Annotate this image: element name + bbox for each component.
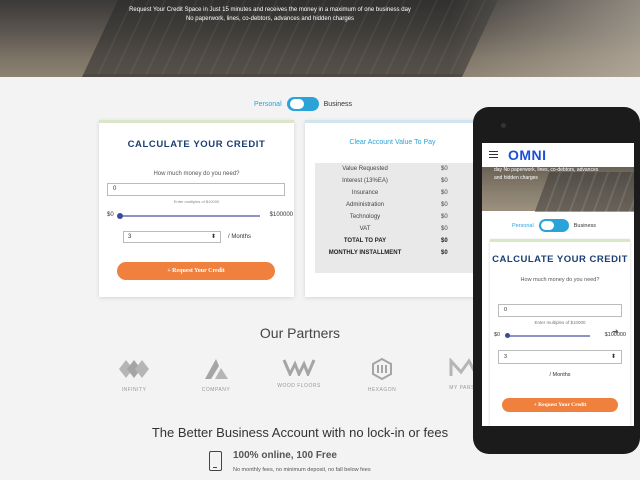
mobile-calculator-title: CALCULATE YOUR CREDIT [492,254,628,265]
summary-row: Interest (13%EA) $0 [342,178,448,184]
account-type-toggle: Personal Business [254,97,352,111]
term-unit-label: / Months [228,234,252,240]
term-select[interactable]: 3 ⬍ [123,231,221,243]
mobile-hero-line-2: and hidden charges [494,175,538,181]
account-type-switch[interactable] [286,97,319,111]
mobile-request-credit-button[interactable]: + Request Your Credit [502,398,618,412]
amount-slider-thumb[interactable] [117,213,123,219]
summary-table: Value Requested $0 Interest (13%EA) $0 Ins… [315,163,480,273]
summary-row: Administration $0 [345,202,448,208]
partner-logo-company: COMPANY [186,358,246,393]
slider-min-label: $0 [107,212,114,218]
select-arrows-icon: ⬍ [610,354,616,360]
partner-logo-infinity: INFINITY [104,358,164,393]
mobile-hero: day No paperwork, lines, co-debtors, adv… [482,167,634,212]
mobile-amount-slider-thumb[interactable] [505,333,510,338]
summary-row: Technology $0 [349,214,448,220]
mobile-term-select-value: 3 [504,354,508,360]
summary-row-installment: MONTHLY INSTALLMENT $0 [328,250,448,256]
mobile-header: OMNI [482,143,634,167]
credit-calculator-card: CALCULATE YOUR CREDIT How much money do … [99,120,294,297]
mobile-slider-min-label: $0 [494,332,501,338]
hero-line-2: No paperwork, lines, co-debtors, advance… [185,16,355,22]
mobile-term-unit-label: / Months [549,372,571,378]
arrow-right-icon[interactable]: ➜ [612,327,619,336]
summary-row: Value Requested $0 [342,166,448,172]
omni-logo[interactable]: OMNI [508,147,547,163]
mobile-term-select[interactable]: 3 ⬍ [498,350,622,364]
mobile-amount-slider-row: $0 $100000 [494,331,626,341]
amount-slider-track[interactable] [118,215,260,217]
request-credit-button[interactable]: + Request Your Credit [117,262,275,280]
mobile-account-type-switch[interactable] [538,219,569,232]
amount-hint: Enter multiples of $10000 [173,199,220,204]
amount-question: How much money do you need? [153,171,240,177]
mobile-amount-question: How much money do you need? [520,277,600,283]
wood-floors-logo-icon [282,359,316,378]
mobile-amount-input[interactable]: 0 [498,304,622,317]
amount-input[interactable]: 0 [107,183,285,196]
hexagon-logo-icon [372,357,392,381]
amount-slider-row: $0 $100000 [107,211,293,221]
mobile-calculator-card: CALCULATE YOUR CREDIT How much money do … [490,239,630,426]
summary-row: Insurance $0 [351,190,448,196]
mobile-toggle-business-label[interactable]: Business [574,223,596,229]
mobile-phone-mockup: OMNI day No paperwork, lines, co-debtors… [473,107,640,454]
mobile-toggle-personal-label[interactable]: Personal [512,223,534,229]
toggle-business-label[interactable]: Business [324,101,352,108]
term-select-value: 3 [128,234,132,240]
mobile-amount-hint: Enter multiples of $10000 [534,320,586,325]
payment-summary-card: Clear Account Value To Pay Value Request… [305,120,480,297]
slider-max-label: $100000 [269,212,293,218]
toggle-personal-label[interactable]: Personal [254,101,282,108]
calculator-title: CALCULATE YOUR CREDIT [127,139,266,150]
hero-line-1: Request Your Credit Space in Just 15 min… [129,7,411,13]
mobile-amount-slider-track[interactable] [506,335,590,337]
partner-logo-wood-floors: WOOD FLOORS [269,358,329,389]
partner-logo-hexagon: HEXAGON [352,357,412,393]
summary-row: VAT $0 [359,226,448,232]
summary-title: Clear Account Value To Pay [349,139,436,146]
feature-title: 100% online, 100 Free [233,450,337,461]
mobile-screen: OMNI day No paperwork, lines, co-debtors… [482,143,634,426]
select-arrows-icon: ⬍ [210,234,216,240]
front-camera-icon [501,123,506,128]
company-logo-icon [205,359,228,379]
hamburger-menu-icon[interactable] [489,151,498,158]
mobile-hero-line-1: day No paperwork, lines, co-debtors, adv… [494,167,599,173]
smartphone-icon [209,451,222,471]
feature-subtitle: No monthly fees, no minimum deposit, no … [233,467,371,473]
mobile-account-type-toggle: Personal Business [512,219,596,232]
hero-banner: Request Your Credit Space in Just 15 min… [0,0,640,77]
summary-row-total: TOTAL TO PAY $0 [343,238,448,244]
infinity-logo-icon [119,360,149,378]
